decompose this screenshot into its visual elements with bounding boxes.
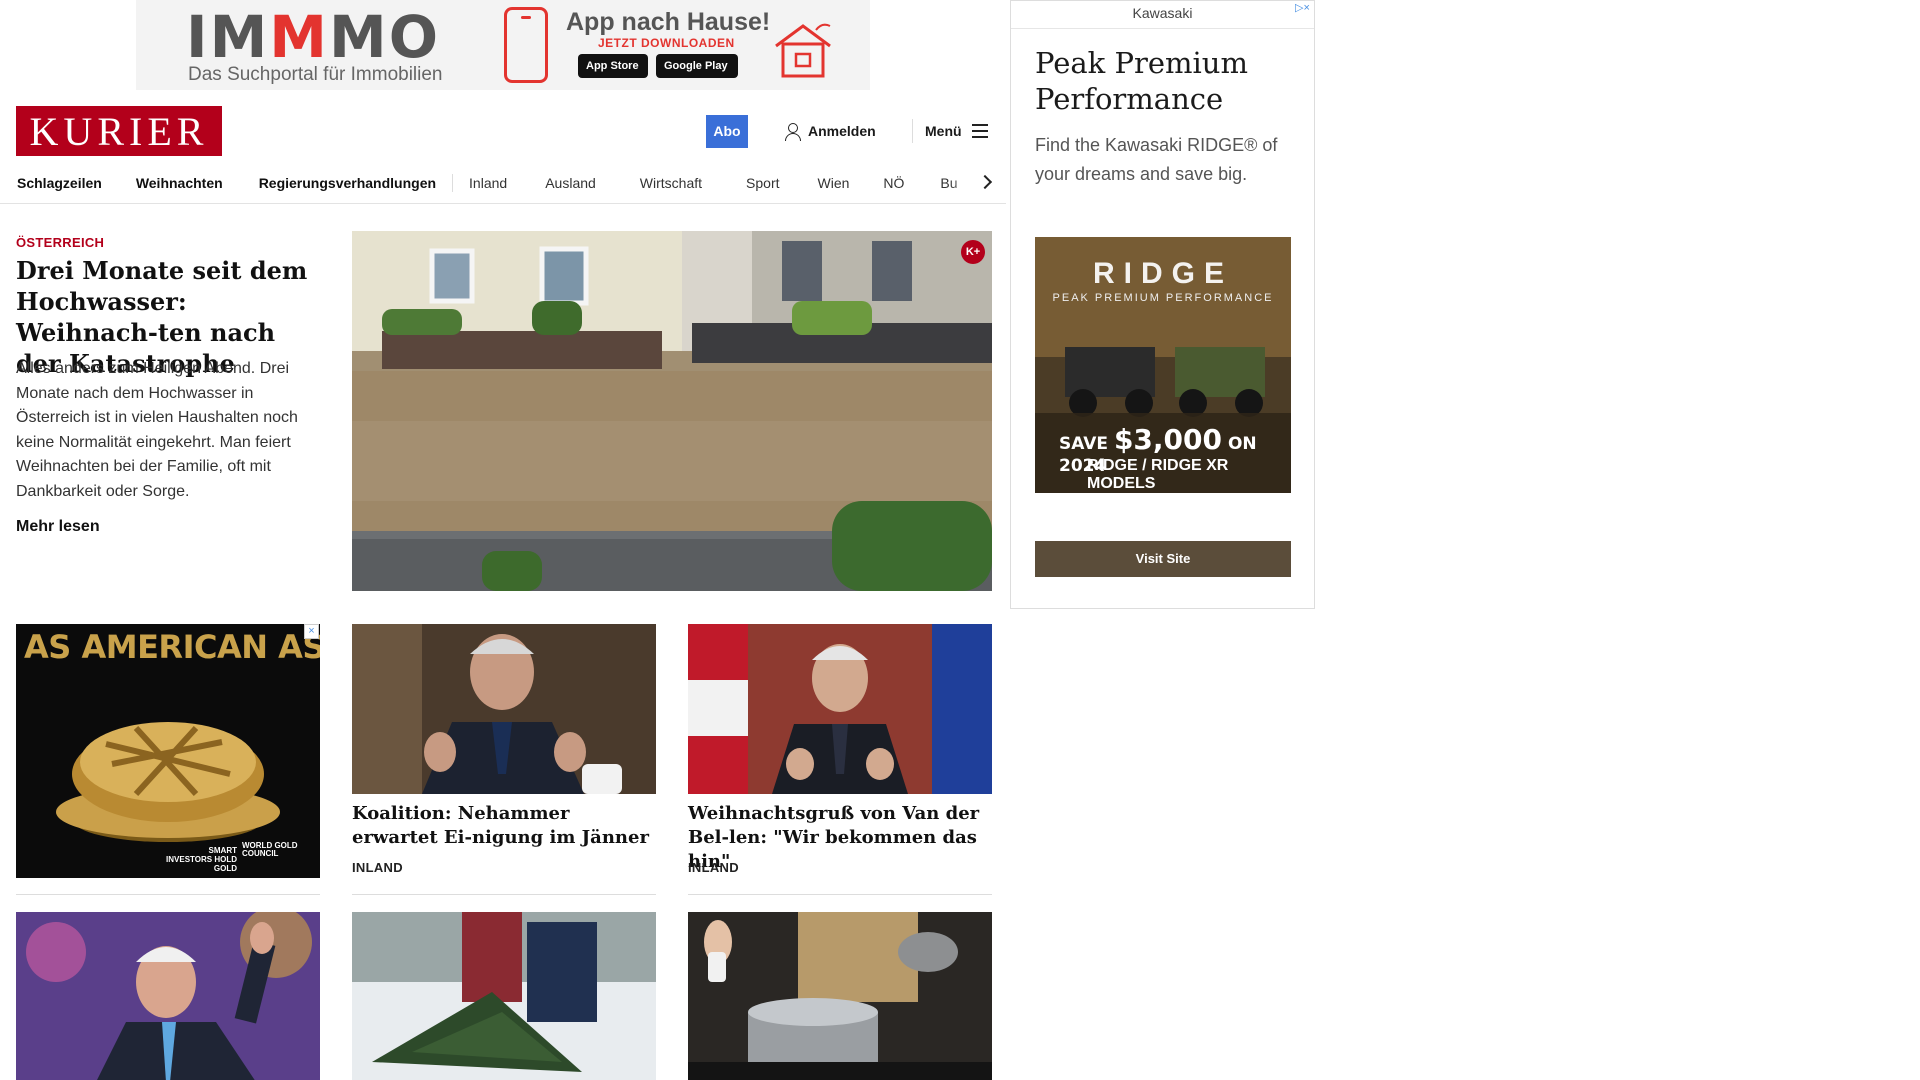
clinton-photo[interactable] xyxy=(16,912,320,1080)
ad-footer: SMART INVESTORS HOLD GOLD xyxy=(166,846,237,873)
ad-headline: Peak Premium Performance xyxy=(1035,46,1248,116)
divider xyxy=(688,894,992,895)
cooking-photo[interactable] xyxy=(688,912,992,1080)
gold-pie-image xyxy=(56,722,280,842)
divider xyxy=(16,894,320,895)
ad-headline: App nach Hause! xyxy=(566,8,771,36)
ad-choices-icon[interactable]: ▷× xyxy=(1295,1,1314,17)
divider xyxy=(352,894,656,895)
flood-scene xyxy=(352,231,992,591)
nav-item-noe[interactable]: NÖ xyxy=(865,175,922,191)
nav-item-schlagzeilen[interactable]: Schlagzeilen xyxy=(0,175,118,191)
menu-label: Menü xyxy=(925,123,962,139)
kplus-badge: K+ xyxy=(961,240,985,264)
nav-item-wirtschaft[interactable]: Wirtschaft xyxy=(618,175,724,191)
chevron-right-icon[interactable] xyxy=(976,172,996,192)
kawasaki-ad[interactable]: Kawasaki ▷× Peak Premium Performance Fin… xyxy=(1010,0,1315,609)
nav-item-ausland[interactable]: Ausland xyxy=(523,175,618,191)
gold-pie-ad[interactable]: AS AMERICAN AS SMART INVESTORS HOLD GOLD… xyxy=(16,624,320,878)
ad-cta: JETZT DOWNLOADEN xyxy=(598,36,735,50)
visit-site-button[interactable]: Visit Site xyxy=(1035,541,1291,577)
christmas-tree-photo[interactable] xyxy=(352,912,656,1080)
login-label: Anmelden xyxy=(808,123,876,139)
house-icon xyxy=(775,23,831,78)
ridge-tagline: PEAK PREMIUM PERFORMANCE xyxy=(1052,292,1274,304)
nav-item-inland[interactable]: Inland xyxy=(453,175,523,191)
ad-body: Find the Kawasaki RIDGE® of your dreams … xyxy=(1035,135,1278,184)
offer-save: SAVE xyxy=(1059,434,1109,454)
close-icon[interactable]: × xyxy=(304,624,319,639)
menu-button[interactable]: Menü xyxy=(925,119,988,143)
kurier-logo[interactable]: KURIER xyxy=(16,106,222,156)
nehammer-photo[interactable] xyxy=(352,624,656,794)
lead-kicker[interactable]: ÖSTERREICH xyxy=(16,235,104,250)
portrait-scene xyxy=(352,624,656,794)
app-store-badge[interactable]: App Store xyxy=(578,54,648,78)
top-banner-ad[interactable]: IMMMO Das Suchportal für Immobilien App … xyxy=(136,0,870,90)
card-headline[interactable]: Koalition: Nehammer erwartet Ei-nigung i… xyxy=(352,802,656,850)
winter-scene xyxy=(352,912,656,1080)
header-divider xyxy=(912,119,913,143)
card-category[interactable]: INLAND xyxy=(352,860,403,875)
divider xyxy=(1011,28,1314,29)
nav-item-weihnachten[interactable]: Weihnachten xyxy=(118,175,241,191)
ad-brand: Kawasaki xyxy=(1132,5,1193,21)
lead-teaser: Alles anders zum Heiligen Abend. Drei Mo… xyxy=(16,360,298,500)
ad-sponsor: WORLD GOLD COUNCIL xyxy=(242,841,298,858)
abo-button[interactable]: Abo xyxy=(706,115,748,148)
nav-item-regierungsverhandlungen[interactable]: Regierungsverhandlungen xyxy=(241,175,452,191)
ridge-models: RIDGE / RIDGE XR MODELS xyxy=(1087,457,1229,492)
ridge-promo-image[interactable]: RIDGE PEAK PREMIUM PERFORMANCE SAVE $3,0… xyxy=(1035,237,1291,493)
login-button[interactable]: Anmelden xyxy=(784,119,876,143)
ridge-logo: RIDGE xyxy=(1092,257,1233,290)
phone-icon xyxy=(504,7,548,83)
offer-amount: $3,000 xyxy=(1113,423,1223,456)
van-der-bellen-photo[interactable] xyxy=(688,624,992,794)
google-play-badge[interactable]: Google Play xyxy=(656,54,738,78)
nav-item-wien[interactable]: Wien xyxy=(802,175,866,191)
portrait-scene xyxy=(688,624,992,794)
nav-item-sport[interactable]: Sport xyxy=(724,175,801,191)
user-icon xyxy=(784,123,801,141)
kitchen-scene xyxy=(688,912,992,1080)
flood-photo[interactable] xyxy=(352,231,992,591)
portrait-scene xyxy=(16,912,320,1080)
section-nav: Schlagzeilen Weihnachten Regierungsverha… xyxy=(0,162,1006,204)
hamburger-icon xyxy=(971,124,988,138)
card-category[interactable]: INLAND xyxy=(688,860,739,875)
read-more-link[interactable]: Mehr lesen xyxy=(16,518,100,536)
immmo-logo: IMMMO xyxy=(186,3,441,71)
ad-tagline: Das Suchportal für Immobilien xyxy=(188,64,443,85)
